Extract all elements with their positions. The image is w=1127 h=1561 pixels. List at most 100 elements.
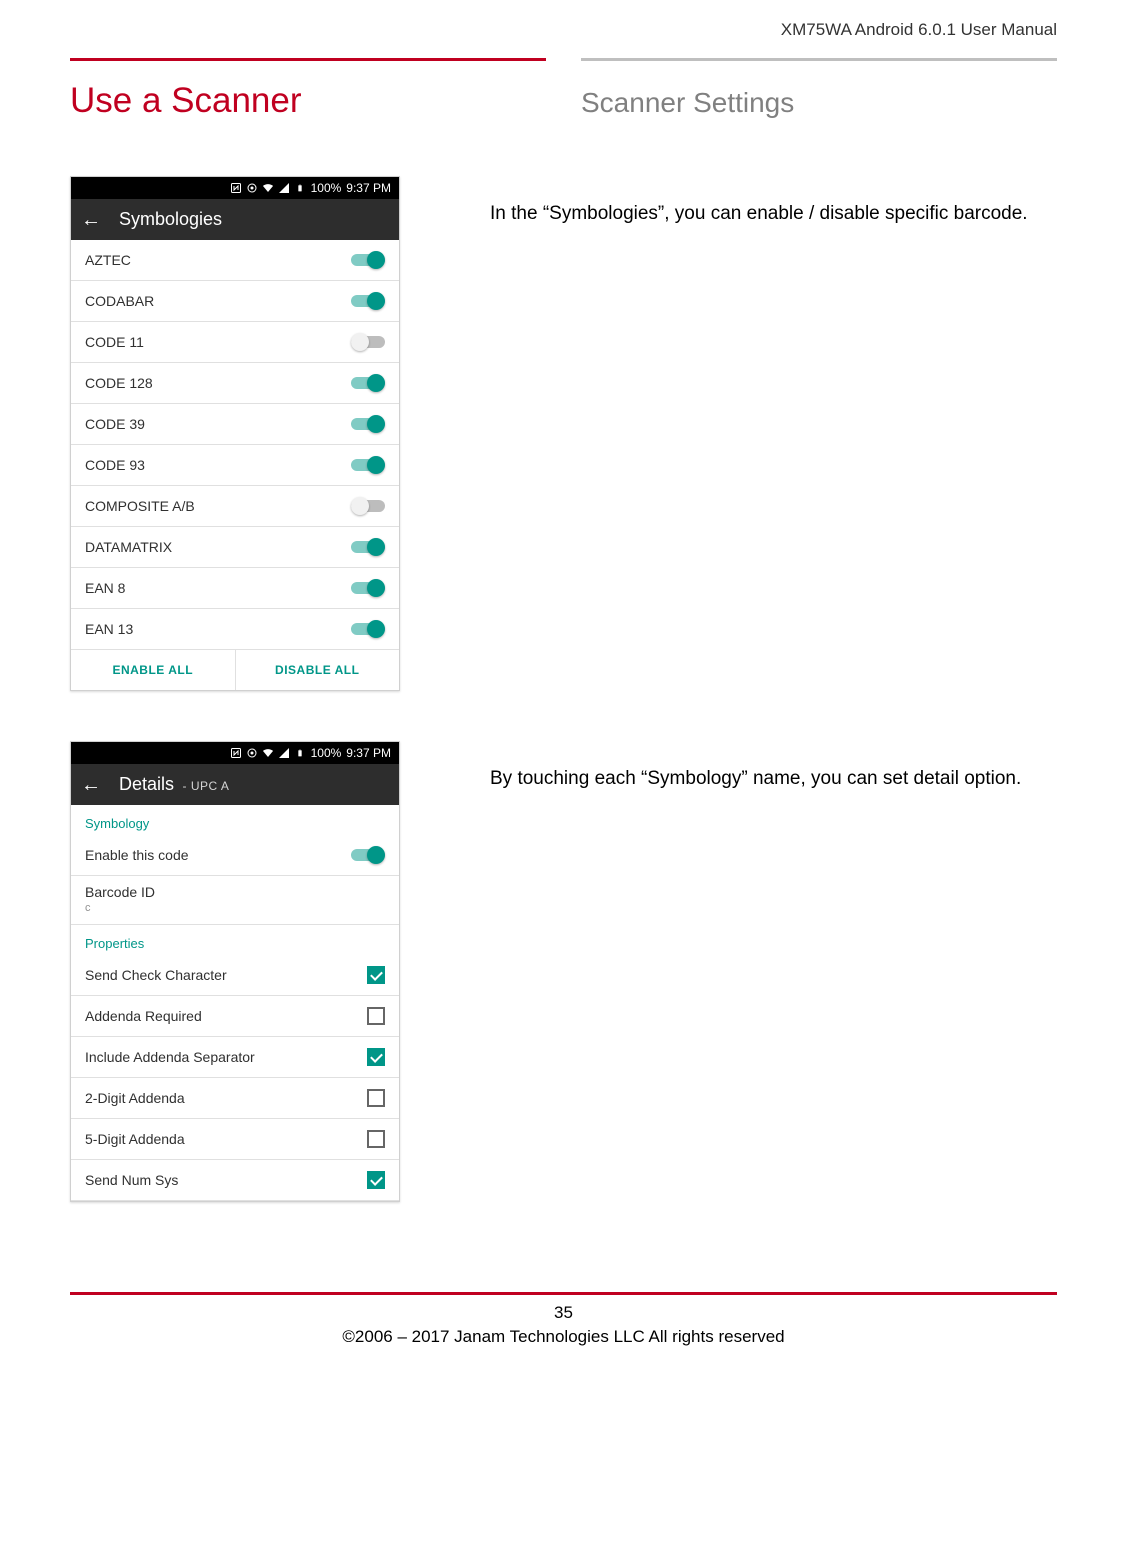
toggle[interactable]	[351, 333, 385, 351]
symbology-list: AZTEC CODABAR CODE 11 CODE 128 CODE 39 C…	[71, 240, 399, 650]
enable-code-label: Enable this code	[85, 847, 189, 863]
rule-right	[581, 58, 1057, 61]
appbar-subtitle: - UPC A	[182, 779, 229, 793]
prop-row[interactable]: 5-Digit Addenda	[71, 1119, 399, 1160]
paragraph-1: In the “Symbologies”, you can enable / d…	[490, 176, 1057, 227]
appbar-details: ← Details - UPC A	[71, 764, 399, 805]
list-item[interactable]: CODE 11	[71, 322, 399, 363]
back-icon[interactable]: ←	[81, 210, 101, 230]
checkbox[interactable]	[367, 966, 385, 984]
list-item-label: AZTEC	[85, 252, 131, 268]
time-label: 9:37 PM	[346, 746, 391, 760]
list-item-label: CODE 11	[85, 334, 144, 350]
location-icon	[246, 182, 258, 194]
doc-header: XM75WA Android 6.0.1 User Manual	[70, 20, 1057, 58]
statusbar: 100% 9:37 PM	[71, 177, 399, 199]
list-item-label: COMPOSITE A/B	[85, 498, 195, 514]
footer-rule	[70, 1292, 1057, 1295]
content-row-2: 100% 9:37 PM ← Details - UPC A Symbology…	[70, 741, 1057, 1202]
signal-icon	[278, 182, 290, 194]
statusbar: 100% 9:37 PM	[71, 742, 399, 764]
wifi-icon	[262, 182, 274, 194]
checkbox[interactable]	[367, 1130, 385, 1148]
back-icon[interactable]: ←	[81, 775, 101, 795]
checkbox[interactable]	[367, 1048, 385, 1066]
prop-label: Addenda Required	[85, 1008, 202, 1024]
phone-col-1: 100% 9:37 PM ← Symbologies AZTEC CODABAR…	[70, 176, 400, 691]
battery-icon	[294, 747, 306, 759]
barcode-id-label: Barcode ID	[85, 884, 385, 900]
toggle[interactable]	[351, 579, 385, 597]
barcode-id-row[interactable]: Barcode ID c	[71, 876, 399, 925]
list-item[interactable]: CODE 128	[71, 363, 399, 404]
toggle[interactable]	[351, 846, 385, 864]
footer-copyright: ©2006 – 2017 Janam Technologies LLC All …	[70, 1325, 1057, 1349]
prop-label: 5-Digit Addenda	[85, 1131, 185, 1147]
toggle[interactable]	[351, 538, 385, 556]
appbar-title: Symbologies	[119, 209, 222, 230]
toggle[interactable]	[351, 292, 385, 310]
page: XM75WA Android 6.0.1 User Manual Use a S…	[0, 0, 1127, 1379]
section-properties: Properties	[71, 925, 399, 955]
prop-label: 2-Digit Addenda	[85, 1090, 185, 1106]
battery-label: 100%	[311, 181, 342, 195]
toggle[interactable]	[351, 456, 385, 474]
checkbox[interactable]	[367, 1007, 385, 1025]
list-item-label: CODE 93	[85, 457, 145, 473]
footer: 35 ©2006 – 2017 Janam Technologies LLC A…	[70, 1292, 1057, 1349]
toggle[interactable]	[351, 415, 385, 433]
title-row: Use a Scanner Scanner Settings	[70, 81, 1057, 121]
list-item-label: DATAMATRIX	[85, 539, 172, 555]
prop-row[interactable]: Send Check Character	[71, 955, 399, 996]
prop-label: Send Num Sys	[85, 1172, 178, 1188]
enable-code-row[interactable]: Enable this code	[71, 835, 399, 876]
disable-all-button[interactable]: DISABLE ALL	[235, 650, 400, 690]
list-item-label: EAN 8	[85, 580, 125, 596]
prop-label: Include Addenda Separator	[85, 1049, 255, 1065]
prop-row[interactable]: Addenda Required	[71, 996, 399, 1037]
bottom-buttons: ENABLE ALL DISABLE ALL	[71, 650, 399, 690]
list-item-label: CODE 39	[85, 416, 145, 432]
nfc-icon	[230, 182, 242, 194]
prop-row[interactable]: 2-Digit Addenda	[71, 1078, 399, 1119]
list-item[interactable]: DATAMATRIX	[71, 527, 399, 568]
prop-row[interactable]: Send Num Sys	[71, 1160, 399, 1201]
screenshot-details: 100% 9:37 PM ← Details - UPC A Symbology…	[70, 741, 400, 1202]
details-list: Symbology Enable this code Barcode ID c …	[71, 805, 399, 1201]
header-rules	[70, 58, 1057, 61]
list-item[interactable]: EAN 13	[71, 609, 399, 650]
toggle[interactable]	[351, 620, 385, 638]
list-item[interactable]: COMPOSITE A/B	[71, 486, 399, 527]
enable-all-button[interactable]: ENABLE ALL	[71, 650, 235, 690]
time-label: 9:37 PM	[346, 181, 391, 195]
list-item-label: CODE 128	[85, 375, 153, 391]
prop-row[interactable]: Include Addenda Separator	[71, 1037, 399, 1078]
barcode-id-value: c	[85, 902, 385, 914]
paragraph-2: By touching each “Symbology” name, you c…	[490, 741, 1057, 792]
checkbox[interactable]	[367, 1089, 385, 1107]
prop-label: Send Check Character	[85, 967, 227, 983]
appbar-symbologies: ← Symbologies	[71, 199, 399, 240]
battery-label: 100%	[311, 746, 342, 760]
rule-left	[70, 58, 546, 61]
content-row-1: 100% 9:37 PM ← Symbologies AZTEC CODABAR…	[70, 176, 1057, 691]
location-icon	[246, 747, 258, 759]
battery-icon	[294, 182, 306, 194]
list-item[interactable]: AZTEC	[71, 240, 399, 281]
toggle[interactable]	[351, 497, 385, 515]
section-symbology: Symbology	[71, 805, 399, 835]
status-icons	[230, 182, 306, 194]
toggle[interactable]	[351, 251, 385, 269]
list-item[interactable]: CODE 93	[71, 445, 399, 486]
page-subtitle: Scanner Settings	[581, 87, 1057, 119]
list-item[interactable]: CODE 39	[71, 404, 399, 445]
list-item[interactable]: CODABAR	[71, 281, 399, 322]
nfc-icon	[230, 747, 242, 759]
toggle[interactable]	[351, 374, 385, 392]
phone-col-2: 100% 9:37 PM ← Details - UPC A Symbology…	[70, 741, 400, 1202]
list-item[interactable]: EAN 8	[71, 568, 399, 609]
checkbox[interactable]	[367, 1171, 385, 1189]
page-title: Use a Scanner	[70, 81, 546, 121]
list-item-label: CODABAR	[85, 293, 154, 309]
status-icons	[230, 747, 306, 759]
